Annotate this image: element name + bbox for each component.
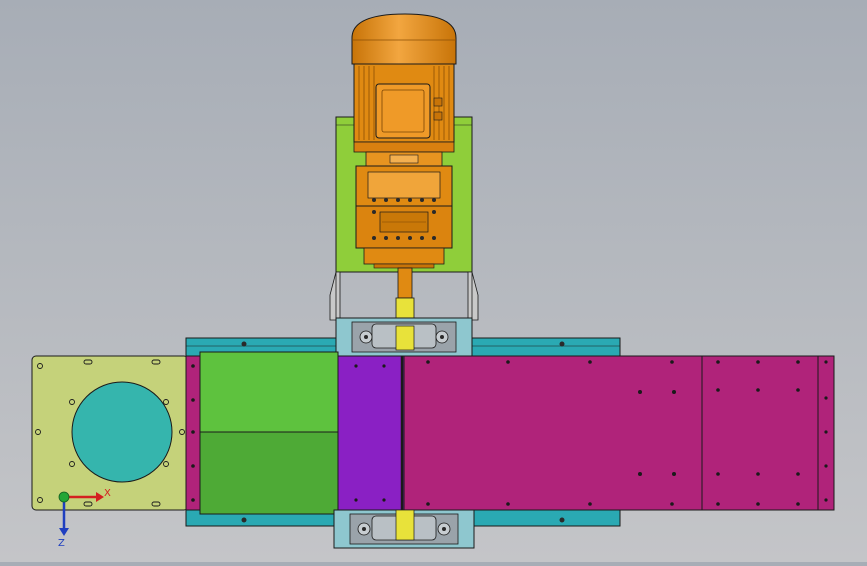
- gearbox[interactable]: [355, 165, 453, 269]
- z-axis-label: Z: [58, 538, 65, 549]
- inlet-port: [71, 381, 173, 483]
- top-bearing-block[interactable]: [335, 317, 473, 357]
- motor-flange: [353, 141, 455, 153]
- assembly-drawing[interactable]: X Z: [0, 0, 867, 562]
- conveyor-body[interactable]: [403, 355, 703, 511]
- conveyor-inlet-section[interactable]: [337, 355, 405, 511]
- terminal-box: [375, 83, 431, 139]
- bottom-bearing-block[interactable]: [333, 509, 475, 549]
- hopper-housing[interactable]: [199, 351, 339, 515]
- side-plate-left[interactable]: [185, 355, 201, 511]
- x-axis-label: X: [104, 488, 111, 499]
- motor-fan-cover: [351, 13, 457, 65]
- cad-viewport[interactable]: X Z: [0, 0, 867, 562]
- y-axis-dot: [58, 491, 70, 503]
- electric-motor[interactable]: [351, 13, 457, 167]
- inlet-flange-plate[interactable]: [31, 355, 189, 511]
- conveyor-end-section[interactable]: [701, 355, 835, 511]
